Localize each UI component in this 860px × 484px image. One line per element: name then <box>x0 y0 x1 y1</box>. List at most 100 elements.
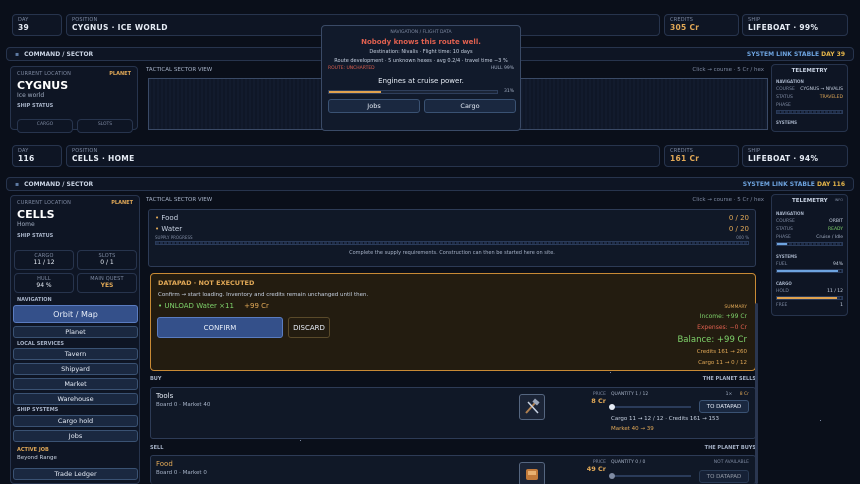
course-value: CYGNUS → NIVALIS <box>800 87 843 92</box>
jobs-button[interactable]: Jobs <box>328 99 420 113</box>
tactical-title: TACTICAL SECTOR VIEW <box>146 67 213 73</box>
credits-chip: CREDITS 161 Cr <box>664 145 739 167</box>
food-value: 0 / 20 <box>728 214 749 222</box>
status-value: TRAVELED <box>819 95 843 100</box>
ship-systems-label: SHIP SYSTEMS <box>17 407 59 413</box>
supply-progress-pct: 000 % <box>736 235 749 240</box>
market-button[interactable]: Market <box>13 378 138 390</box>
tactical-header: TACTICAL SECTOR VIEW Click → course · 5 … <box>146 197 768 203</box>
destination-text: Destination: Nivalis · Flight time: 10 d… <box>369 49 473 55</box>
jobs-button[interactable]: Jobs <box>13 430 138 442</box>
nav-section: NAVIGATION <box>776 79 804 84</box>
datapad-action: UNLOAD <box>164 302 194 310</box>
shipyard-button[interactable]: Shipyard <box>13 363 138 375</box>
food-label: Food <box>161 214 179 222</box>
ship-value: LIFEBOAT · 99% <box>748 23 819 32</box>
free-label: FREE <box>776 303 788 308</box>
buy-price: 8 Cr <box>591 397 606 405</box>
command-title: COMMAND / SECTOR <box>24 50 94 58</box>
left-sidebar: CURRENT LOCATION PLANET CELLS Home SHIP … <box>10 195 140 484</box>
cargo-stat: CARGO 11 / 12 <box>14 250 74 270</box>
course-label: COURSE <box>776 219 795 224</box>
slots-stat: SLOTS 0 / 1 <box>77 250 137 270</box>
buy-qty-label: QUANTITY 1 / 12 <box>611 392 649 397</box>
hold-value: 11 / 12 <box>827 289 843 294</box>
location-type: Ice world <box>17 92 45 99</box>
status-value: READY <box>827 227 843 232</box>
flight-progress <box>328 90 498 94</box>
day-value: 39 <box>18 23 30 32</box>
summary-income: Income: +99 Cr <box>699 313 747 320</box>
route-text: Route development · 5 unknown hexes · av… <box>334 58 508 64</box>
location-name: CYGNUS <box>17 79 69 92</box>
buy-unit: 1× <box>725 392 733 397</box>
telemetry-panel: TELEMETRY NAVIGATION COURSE CYGNUS → NIVA… <box>771 64 848 132</box>
confirm-button[interactable]: CONFIRM <box>157 317 283 338</box>
water-value: 0 / 20 <box>728 225 749 233</box>
link-status: SYSTEM LINK STABLE <box>746 50 820 58</box>
location-label: CURRENT LOCATION <box>17 200 72 206</box>
free-value: 1 <box>840 303 843 308</box>
orbit-map-button[interactable]: Orbit / Map <box>13 305 138 323</box>
sell-qty-slider[interactable] <box>609 473 691 479</box>
summary-balance: Balance: +99 Cr <box>677 335 747 345</box>
telemetry-title: TELEMETRY <box>791 68 828 74</box>
hull-stat: HULL 94 % <box>14 273 74 293</box>
buy-unit-price: 8 Cr <box>739 392 749 397</box>
buy-to-datapad-button[interactable]: TO DATAPAD <box>699 400 749 413</box>
buy-right-label: THE PLANET SELLS <box>702 376 756 382</box>
status-label: STATUS <box>776 227 793 232</box>
telemetry-tag: INFO <box>834 198 843 202</box>
credits-chip: CREDITS 305 Cr <box>664 14 739 36</box>
buy-item-card: Tools Board 0 · Market 40 PRICE 8 Cr QUA… <box>150 387 756 439</box>
supply-panel: • Food 0 / 20 • Water 0 / 20 SUPPLY PROG… <box>148 209 756 267</box>
trade-ledger-button[interactable]: Trade Ledger <box>13 468 138 480</box>
buy-cargo-change: Cargo 11 → 12 / 12 <box>611 416 664 422</box>
buy-market: Market 40 <box>182 402 211 408</box>
navigation-label: NAVIGATION <box>17 297 52 303</box>
systems-section: SYSTEMS <box>776 254 797 259</box>
link-day: DAY 39 <box>821 50 845 58</box>
fuel-value: 94% <box>832 262 843 267</box>
tactical-title: TACTICAL SECTOR VIEW <box>146 197 213 203</box>
datapad-line: • UNLOAD Water ×11 +99 Cr <box>158 302 269 310</box>
datapad-amount: +99 Cr <box>244 302 269 310</box>
nav-section: NAVIGATION <box>776 211 804 216</box>
fuel-track <box>776 269 843 273</box>
discard-button[interactable]: DISCARD <box>288 317 330 338</box>
cargo-box-label: CARGO <box>36 122 54 127</box>
tavern-button[interactable]: Tavern <box>13 348 138 360</box>
day-chip: DAY 39 <box>12 14 62 36</box>
ship-status-label: SHIP STATUS <box>17 103 54 109</box>
buy-label: BUY <box>150 376 162 382</box>
phase-value: Cruise / Idle <box>816 235 843 240</box>
scrollbar[interactable] <box>755 303 758 484</box>
popup-header: NAVIGATION / FLIGHT DATA <box>390 30 452 35</box>
command-title: COMMAND / SECTOR <box>24 180 94 188</box>
location-name: CELLS <box>17 208 55 221</box>
datapad-qty: ×11 <box>219 302 234 310</box>
phase-track <box>776 110 843 114</box>
slots-stat-value: 0 / 1 <box>100 259 114 266</box>
water-label: Water <box>161 225 183 233</box>
flight-data-popup: NAVIGATION / FLIGHT DATA Nobody knows th… <box>321 25 521 131</box>
sell-to-datapad-button[interactable]: TO DATAPAD <box>699 470 749 483</box>
position-chip: POSITION CELLS · HOME <box>66 145 660 167</box>
summary-label: SUMMARY <box>724 305 747 310</box>
planet-button[interactable]: Planet <box>13 326 138 338</box>
sell-qty-label: QUANTITY 0 / 0 <box>611 460 646 465</box>
collapse-icon[interactable]: ▪ <box>15 181 19 188</box>
warehouse-button[interactable]: Warehouse <box>13 393 138 405</box>
location-card: CURRENT LOCATION PLANET CYGNUS Ice world… <box>10 66 138 133</box>
food-crate-icon <box>519 462 545 484</box>
cargo-button[interactable]: Cargo <box>424 99 516 113</box>
sell-label: SELL <box>150 445 164 451</box>
datapad-title: DATAPAD · NOT EXECUTED <box>158 279 255 287</box>
cargo-hold-button[interactable]: Cargo hold <box>13 415 138 427</box>
buy-qty-slider[interactable] <box>609 404 691 410</box>
sell-header: SELL THE PLANET BUYS <box>150 445 756 451</box>
cargo-box: CARGO <box>17 119 73 133</box>
cargo-stat-value: 11 / 12 <box>33 259 55 266</box>
sell-item-name: Food <box>156 460 173 468</box>
collapse-icon[interactable]: ▪ <box>15 51 19 58</box>
